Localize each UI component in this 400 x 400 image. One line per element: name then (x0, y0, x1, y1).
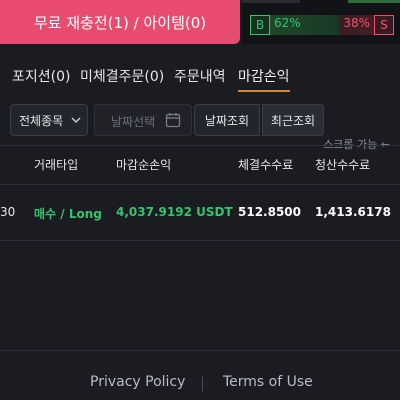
active-tab-indicator (238, 90, 290, 92)
footer: Privacy Policy Terms of Use (0, 372, 400, 396)
symbol-select[interactable]: 전체종목 (10, 104, 88, 136)
row-liq-fee: 1,413.6178 (315, 205, 391, 219)
tab-positions[interactable]: 포지션(0) (12, 66, 70, 86)
ratio-bar: B 62% 38% S (250, 15, 394, 35)
chevron-down-icon (71, 114, 81, 128)
filter-bar: 전체종목 날짜선택 날짜조회 최근조회 (0, 104, 400, 138)
sell-percentage: 38% (343, 16, 370, 30)
row-net-pnl: 4,037.9192 USDT (116, 205, 233, 219)
column-header-liq-fee: 청산수수료 (315, 158, 371, 172)
date-picker-input[interactable]: 날짜선택 (94, 104, 192, 136)
tab-open-orders[interactable]: 미체결주문(0) (80, 66, 164, 86)
top-bar: 무료 재충전(1) / 아이템(0) B 62% 38% S (0, 0, 400, 52)
row-trade-type: 매수 / Long (34, 207, 102, 221)
table-row-divider (0, 240, 400, 241)
ratio-top-line-right (348, 0, 400, 3)
privacy-policy-link[interactable]: Privacy Policy (90, 374, 185, 390)
column-header-exec-fee: 체결수수료 (238, 158, 294, 172)
recent-search-button[interactable]: 최근조회 (262, 104, 324, 136)
sell-badge: S (374, 15, 394, 35)
footer-separator (202, 377, 203, 391)
ratio-top-line-left (242, 0, 300, 3)
buy-percentage: 62% (274, 16, 301, 30)
table-header-divider (0, 184, 400, 185)
footer-divider (0, 350, 400, 351)
free-refill-button[interactable]: 무료 재충전(1) / 아이템(0) (0, 0, 240, 44)
date-search-button[interactable]: 날짜조회 (194, 104, 260, 136)
tab-bar: 포지션(0) 미체결주문(0) 주문내역 마감손익 (0, 62, 400, 92)
calendar-icon[interactable] (165, 112, 181, 132)
tab-closed-pnl[interactable]: 마감손익 (238, 66, 290, 86)
row-exec-fee: 512.8500 (238, 205, 302, 219)
terms-of-use-link[interactable]: Terms of Use (223, 374, 313, 390)
symbol-select-value: 전체종목 (19, 113, 64, 128)
long-short-ratio-widget: B 62% 38% S (242, 0, 400, 44)
table-top-divider (0, 145, 400, 146)
row-cut-cell: 30 (0, 205, 16, 219)
date-placeholder: 날짜선택 (111, 115, 156, 129)
buy-badge: B (250, 15, 270, 35)
column-header-net-pnl: 마감순손익 (116, 158, 172, 172)
scroll-hint: 스크롤 가능 ← (323, 138, 390, 151)
column-header-trade-type: 거래타입 (34, 158, 79, 172)
tab-order-history[interactable]: 주문내역 (174, 66, 226, 86)
